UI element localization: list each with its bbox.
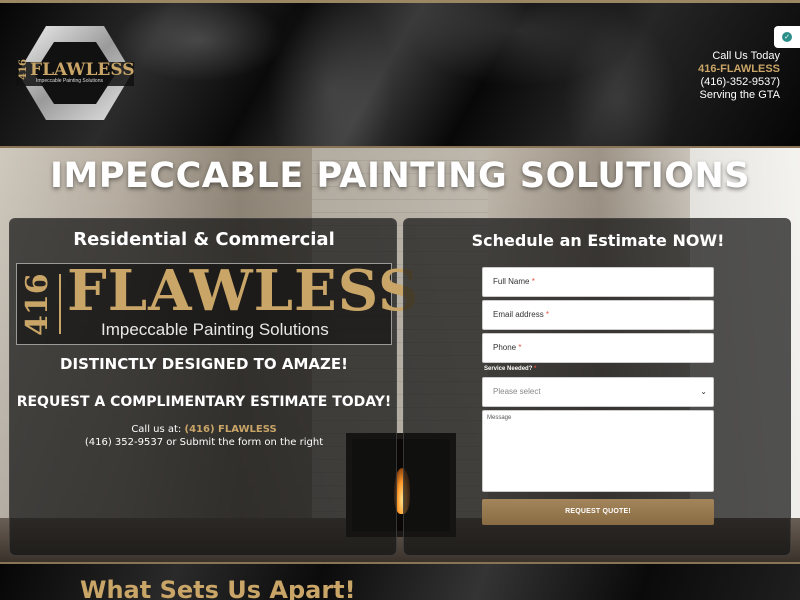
hero-title: IMPECCABLE PAINTING SOLUTIONS: [50, 156, 750, 196]
header-contact: Call Us Today 416-FLAWLESS (416)-352-953…: [698, 50, 780, 102]
header-logo-word: FLAWLESS: [30, 60, 135, 80]
required-marker: *: [531, 277, 535, 286]
features-heading: What Sets Us Apart!: [80, 576, 356, 600]
intro-subhead: Residential & Commercial: [73, 229, 335, 250]
full-name-field[interactable]: Full Name *: [482, 267, 714, 297]
contact-vanity-number[interactable]: 416-FLAWLESS: [698, 63, 780, 76]
full-name-placeholder: Full Name: [493, 277, 530, 286]
contact-service-area: Serving the GTA: [699, 89, 781, 101]
brand-logo-number: 416: [20, 273, 55, 337]
call-us-vanity-number[interactable]: (416) FLAWLESS: [185, 424, 277, 435]
service-needed-text: Service Needed?: [484, 366, 533, 372]
email-field[interactable]: Email address *: [482, 300, 714, 330]
estimate-form-title: Schedule an Estimate NOW!: [471, 231, 725, 250]
required-marker: *: [518, 343, 522, 352]
brand-logo-tagline: Impeccable Painting Solutions: [101, 320, 329, 339]
brand-logo-divider: [59, 274, 61, 334]
phone-field[interactable]: Phone *: [482, 333, 714, 363]
contact-phone-number[interactable]: (416)-352-9537): [698, 76, 781, 89]
call-us-prefix: Call us at:: [131, 424, 182, 435]
contact-call-label: Call Us Today: [712, 50, 780, 62]
service-select-value: Please select: [493, 387, 541, 396]
header-logo-number: 416: [18, 59, 29, 80]
header-logo[interactable]: 416 FLAWLESS Impeccable Painting Solutio…: [16, 22, 135, 124]
service-select[interactable]: Please select ⌄: [482, 377, 714, 407]
service-needed-label: Service Needed? *: [484, 366, 536, 372]
site-header: 416 FLAWLESS Impeccable Painting Solutio…: [0, 0, 800, 148]
request-quote-button[interactable]: REQUEST QUOTE!: [482, 499, 714, 525]
features-section: What Sets Us Apart!: [0, 562, 800, 600]
header-logo-tagline: Impeccable Painting Solutions: [36, 78, 103, 84]
estimate-form-panel: Schedule an Estimate NOW! Full Name * Em…: [403, 218, 791, 556]
message-textarea[interactable]: Message: [482, 410, 714, 492]
tagline-amaze: DISTINCTLY DESIGNED TO AMAZE!: [60, 355, 348, 373]
required-marker: *: [534, 366, 537, 372]
email-placeholder: Email address: [493, 310, 544, 319]
header-top-line: [0, 0, 800, 3]
brand-logo-banner: 416 FLAWLESS Impeccable Painting Solutio…: [16, 258, 418, 345]
message-placeholder: Message: [487, 415, 512, 421]
security-badge[interactable]: ✓: [774, 26, 800, 48]
brand-logo-word: FLAWLESS: [67, 258, 420, 324]
call-us-phone-line: (416) 352-9537 or Submit the form on the…: [84, 437, 324, 448]
phone-placeholder: Phone: [493, 343, 517, 352]
shield-check-icon: ✓: [782, 32, 792, 42]
intro-panel: Residential & Commercial 416 FLAWLESS Im…: [9, 218, 418, 556]
required-marker: *: [545, 310, 550, 319]
call-us-text: Call us at: (416) FLAWLESS (416) 352-953…: [10, 423, 398, 449]
tagline-request-estimate: REQUEST A COMPLIMENTARY ESTIMATE TODAY!: [16, 394, 392, 410]
chevron-down-icon: ⌄: [700, 387, 707, 396]
